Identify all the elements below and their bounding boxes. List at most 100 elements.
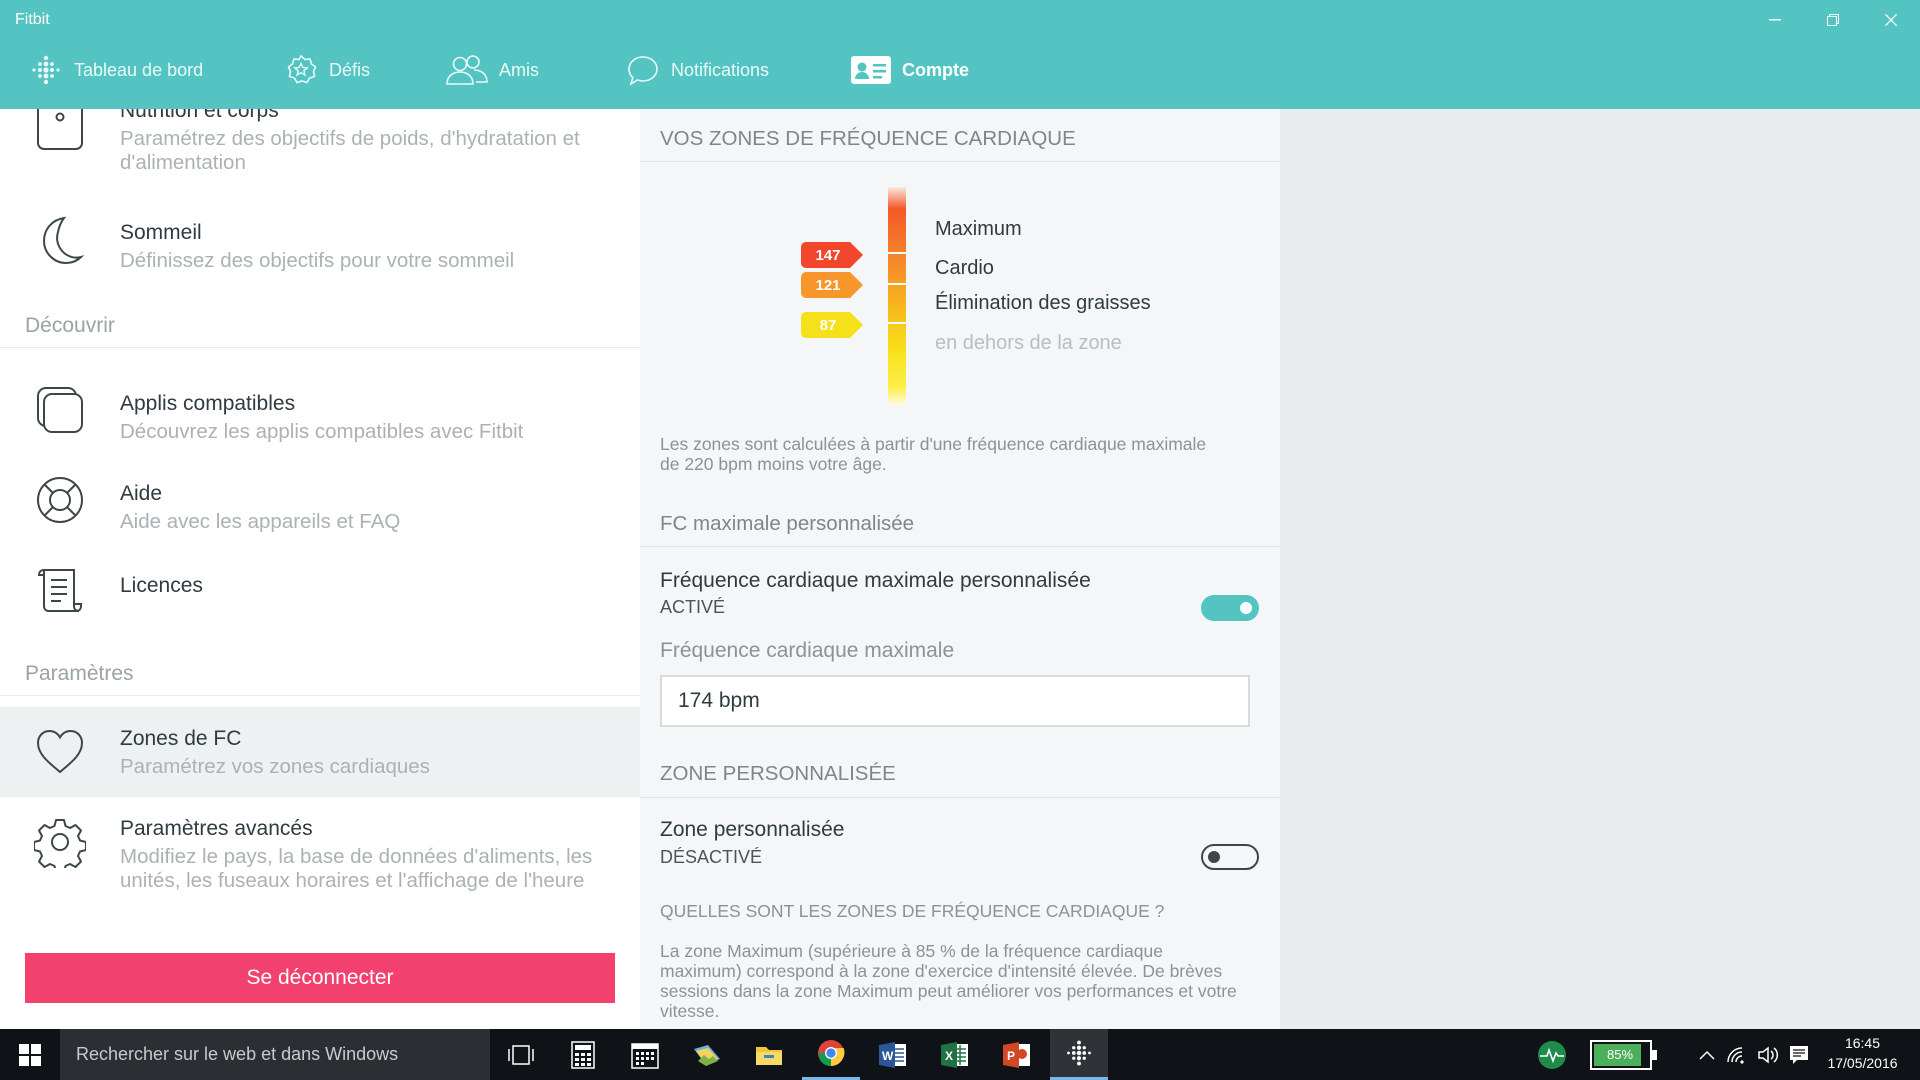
chat-bubble-icon: [625, 52, 661, 88]
close-icon: [1885, 14, 1897, 26]
menu-item-title: Zones de FC: [120, 727, 242, 750]
zones-heading: VOS ZONES DE FRÉQUENCE CARDIAQUE: [660, 127, 1076, 150]
minimize-button[interactable]: [1752, 6, 1798, 34]
fitbit-dots-icon: [1067, 1040, 1091, 1066]
restore-button[interactable]: [1810, 6, 1856, 34]
menu-item-advanced-settings[interactable]: Paramètres avancés Modifiez le pays, la …: [0, 797, 640, 917]
heading-divider: [640, 546, 1280, 547]
calendar-app[interactable]: [616, 1029, 674, 1080]
activity-monitor-tray[interactable]: [1522, 1029, 1582, 1080]
zone-label-out-of-zone: en dehors de la zone: [935, 332, 1122, 354]
dots-icon: [28, 52, 64, 88]
menu-item-title: Sommeil: [120, 221, 202, 244]
app-header: Fitbit Tableau de bord Défis Amis Notifi…: [0, 0, 1920, 109]
custom-max-title: Fréquence cardiaque maximale personnalis…: [660, 569, 1091, 592]
chrome-app[interactable]: [802, 1029, 860, 1080]
nav-tab-challenges[interactable]: Défis: [283, 50, 445, 90]
star-badge-icon: [283, 52, 319, 88]
max-hr-field-label: Fréquence cardiaque maximale: [660, 639, 955, 662]
photos-icon: [694, 1044, 720, 1066]
calendar-icon: [631, 1042, 659, 1069]
zone-threshold-value: 147: [815, 246, 841, 264]
menu-item-sleep[interactable]: Sommeil Définissez des objectifs pour vo…: [0, 204, 640, 294]
menu-item-title: Applis compatibles: [120, 392, 296, 415]
menu-item-desc: Paramétrez vos zones cardiaques: [120, 755, 430, 778]
taskbar-search-box[interactable]: Rechercher sur le web et dans Windows: [60, 1029, 490, 1080]
zone-divider: [888, 322, 906, 324]
chrome-icon: [818, 1040, 845, 1067]
menu-item-title: Nutrition et corps: [120, 109, 279, 122]
heart-icon: [34, 726, 86, 778]
menu-item-licenses[interactable]: Licences: [0, 554, 640, 644]
excel-app[interactable]: X: [926, 1029, 984, 1080]
nav-tab-notifications[interactable]: Notifications: [625, 50, 850, 90]
nav-tab-label: Tableau de bord: [74, 59, 204, 80]
zones-note: Les zones sont calculées à partir d'une …: [660, 434, 1207, 474]
menu-item-nutrition[interactable]: Nutrition et corps Paramétrez des object…: [0, 109, 640, 199]
word-app[interactable]: W: [864, 1029, 922, 1080]
zone-threshold-badge: 147: [801, 242, 863, 268]
max-hr-input[interactable]: [660, 675, 1250, 727]
svg-text:P: P: [1007, 1049, 1015, 1063]
toggle-knob: [1240, 602, 1252, 614]
lifebuoy-icon: [34, 474, 86, 526]
task-view-button[interactable]: [492, 1029, 550, 1080]
custom-max-toggle[interactable]: [1201, 595, 1259, 621]
folder-icon: [756, 1046, 782, 1065]
menu-item-compatible-apps[interactable]: Applis compatibles Découvrez les applis …: [0, 374, 640, 464]
zone-divider: [888, 252, 906, 254]
custom-max-heading: FC maximale personnalisée: [660, 512, 915, 535]
app-title: Fitbit: [15, 11, 50, 28]
file-explorer-app[interactable]: [740, 1029, 798, 1080]
scroll-document-icon: [34, 564, 86, 616]
logout-button[interactable]: Se déconnecter: [25, 953, 615, 1003]
calculator-icon: [571, 1040, 595, 1069]
calculator-app[interactable]: [554, 1029, 612, 1080]
nav-tab-dashboard[interactable]: Tableau de bord: [28, 50, 283, 90]
custom-zone-title: Zone personnalisée: [660, 818, 845, 841]
nav-tab-label: Notifications: [671, 59, 770, 80]
battery-tip: [1652, 1049, 1657, 1060]
empty-detail-pane: [1280, 109, 1920, 1029]
zone-gauge-bar: [888, 187, 906, 405]
battery-indicator[interactable]: 85%: [1586, 1029, 1657, 1080]
zone-label-maximum: Maximum: [935, 218, 1022, 240]
section-divider: [0, 347, 640, 348]
custom-zone-heading: ZONE PERSONNALISÉE: [660, 762, 896, 785]
nav-tab-account[interactable]: Compte: [850, 50, 1000, 90]
menu-item-desc: Définissez des objectifs pour votre somm…: [120, 249, 515, 272]
friends-icon: [445, 52, 489, 88]
minimize-icon: [1769, 19, 1781, 21]
menu-item-title: Paramètres avancés: [120, 817, 313, 840]
scale-icon: [34, 109, 86, 151]
zone-label-fat-burn: Élimination des graisses: [935, 292, 1151, 314]
nav-tab-friends[interactable]: Amis: [445, 50, 625, 90]
heading-divider: [640, 797, 1280, 798]
close-button[interactable]: [1868, 6, 1914, 34]
fitbit-taskbar-app[interactable]: [1050, 1029, 1108, 1080]
menu-item-desc: Modifiez le pays, la base de données d'a…: [120, 845, 593, 892]
zone-divider: [888, 283, 906, 285]
clock-date: 17/05/2016: [1827, 1055, 1898, 1071]
taskbar-clock[interactable]: 16:45 17/05/2016: [1805, 1033, 1920, 1073]
zone-threshold-badge: 121: [801, 272, 863, 298]
menu-item-hr-zones[interactable]: Zones de FC Paramétrez vos zones cardiaq…: [0, 707, 640, 797]
custom-zone-toggle[interactable]: [1201, 844, 1259, 870]
faq-answer: La zone Maximum (supérieure à 85 % de la…: [660, 941, 1237, 1021]
menu-item-desc: Découvrez les applis compatibles avec Fi…: [120, 420, 524, 443]
zone-label-cardio: Cardio: [935, 257, 994, 279]
nav-tab-label: Compte: [902, 59, 969, 80]
start-button[interactable]: [0, 1029, 60, 1080]
powerpoint-app[interactable]: P: [988, 1029, 1046, 1080]
account-card-icon: [850, 52, 892, 88]
menu-item-help[interactable]: Aide Aide avec les appareils et FAQ: [0, 464, 640, 554]
photos-app[interactable]: [678, 1029, 736, 1080]
account-menu: Nutrition et corps Paramétrez des object…: [0, 109, 640, 1029]
moon-icon: [34, 214, 86, 266]
custom-zone-state: DÉSACTIVÉ: [660, 847, 763, 867]
excel-icon: X: [941, 1041, 968, 1068]
powerpoint-icon: P: [1003, 1041, 1030, 1068]
svg-text:W: W: [882, 1049, 894, 1063]
menu-item-title: Aide: [120, 482, 163, 505]
wifi-icon: [1727, 1046, 1744, 1064]
